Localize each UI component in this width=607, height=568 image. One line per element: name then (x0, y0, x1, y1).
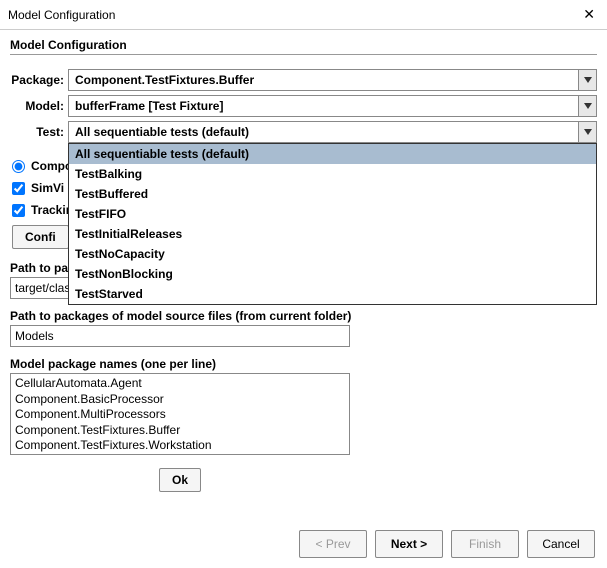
content-area: Model Configuration Package: Component.T… (0, 30, 607, 500)
dropdown-item[interactable]: TestNonBlocking (69, 264, 596, 284)
chevron-down-icon[interactable] (578, 96, 596, 116)
package-value: Component.TestFixtures.Buffer (69, 70, 578, 90)
test-dropdown: All sequentiable tests (default) TestBal… (68, 143, 597, 305)
window-title: Model Configuration (8, 8, 115, 22)
sources-input[interactable] (10, 325, 350, 347)
tracking-checkbox[interactable] (12, 204, 25, 217)
simview-checkbox[interactable] (12, 182, 25, 195)
test-value: All sequentiable tests (default) (69, 122, 578, 142)
prev-button: < Prev (299, 530, 367, 558)
ok-button[interactable]: Ok (159, 468, 201, 492)
wizard-buttons: < Prev Next > Finish Cancel (299, 530, 595, 558)
sources-label: Path to packages of model source files (… (10, 309, 597, 323)
next-button[interactable]: Next > (375, 530, 443, 558)
section-header: Model Configuration (10, 38, 597, 52)
cancel-button[interactable]: Cancel (527, 530, 595, 558)
titlebar: Model Configuration ✕ (0, 0, 607, 30)
tracking-label: Trackin (31, 203, 73, 217)
dropdown-item[interactable]: TestBalking (69, 164, 596, 184)
package-row: Package: Component.TestFixtures.Buffer (10, 69, 597, 91)
model-combo[interactable]: bufferFrame [Test Fixture] (68, 95, 597, 117)
dropdown-item[interactable]: All sequentiable tests (default) (69, 144, 596, 164)
dropdown-item[interactable]: TestFIFO (69, 204, 596, 224)
model-row: Model: bufferFrame [Test Fixture] (10, 95, 597, 117)
packages-block: Model package names (one per line) (10, 357, 597, 458)
package-combo[interactable]: Component.TestFixtures.Buffer (68, 69, 597, 91)
dropdown-item[interactable]: TestStarved (69, 284, 596, 304)
divider (10, 54, 597, 55)
test-combo[interactable]: All sequentiable tests (default) (68, 121, 597, 143)
ok-row: Ok (10, 468, 350, 492)
sources-block: Path to packages of model source files (… (10, 309, 597, 347)
finish-button: Finish (451, 530, 519, 558)
model-label: Model: (10, 99, 68, 113)
dropdown-item[interactable]: TestInitialReleases (69, 224, 596, 244)
dropdown-item[interactable]: TestBuffered (69, 184, 596, 204)
component-label: Compo (31, 159, 72, 173)
close-icon[interactable]: ✕ (579, 6, 599, 23)
packages-label: Model package names (one per line) (10, 357, 597, 371)
packages-textarea[interactable] (10, 373, 350, 455)
component-radio[interactable] (12, 160, 25, 173)
test-label: Test: (10, 125, 68, 139)
test-row: Test: All sequentiable tests (default) A… (10, 121, 597, 143)
dropdown-item[interactable]: TestNoCapacity (69, 244, 596, 264)
chevron-down-icon[interactable] (578, 122, 596, 142)
simview-label: SimVi (31, 181, 64, 195)
configure-button[interactable]: Confi (12, 225, 69, 249)
chevron-down-icon[interactable] (578, 70, 596, 90)
package-label: Package: (10, 73, 68, 87)
model-value: bufferFrame [Test Fixture] (69, 96, 578, 116)
